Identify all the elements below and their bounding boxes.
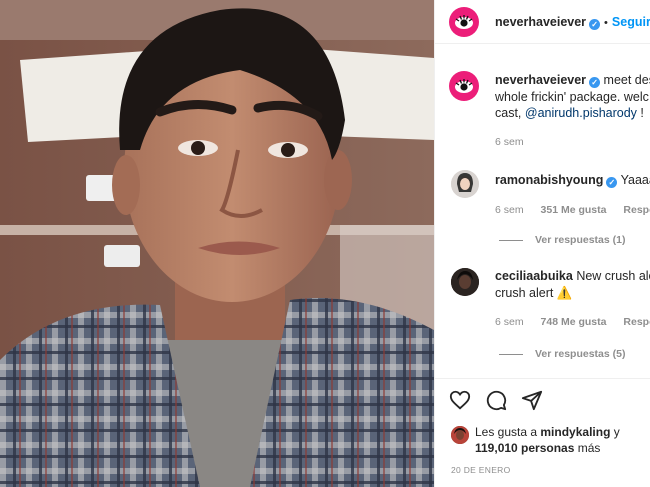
- comment-line: ceciliaabuika New crush ale: [495, 268, 650, 285]
- post-sidebar: neverhaveiever ✓ • Seguir neverhaveiever ✓ m…: [434, 0, 650, 487]
- header-username[interactable]: neverhaveiever: [495, 15, 586, 29]
- view-replies-button[interactable]: Ver respuestas (5): [499, 348, 650, 360]
- paper-plane-icon[interactable]: [521, 389, 543, 411]
- comment-username[interactable]: ramonabishyoung: [495, 173, 603, 187]
- comment-likes[interactable]: 351 Me gusta: [541, 204, 607, 216]
- account-avatar[interactable]: [449, 7, 479, 37]
- comment-avatar[interactable]: [451, 268, 479, 296]
- comment-line: ramonabishyoung✓ Yaaaa: [495, 172, 650, 189]
- comment-icon[interactable]: [485, 389, 507, 411]
- eye-logo-icon: [455, 79, 473, 93]
- likes-count-suffix: más: [574, 441, 601, 455]
- action-bar: [435, 378, 650, 422]
- caption-line-3: cast, @anirudh.pisharody !: [495, 105, 650, 122]
- caption-avatar[interactable]: [449, 71, 479, 101]
- heart-icon[interactable]: [449, 389, 471, 411]
- comment-line-2: crush alert ⚠️: [495, 285, 650, 302]
- verified-badge-icon: ✓: [589, 19, 601, 30]
- comment-avatar[interactable]: [451, 170, 479, 198]
- post-photo-image: [0, 0, 434, 487]
- verified-badge-icon: ✓: [589, 77, 601, 88]
- comment-username[interactable]: ceciliaabuika: [495, 269, 573, 283]
- comment-time: 6 sem: [495, 204, 524, 216]
- post-header: neverhaveiever ✓ • Seguir: [435, 0, 650, 44]
- likes-summary: Les gusta a mindykaling y 119,010 person…: [475, 424, 620, 456]
- caption-line-1: neverhaveiever ✓ meet des: [495, 72, 650, 89]
- comment-meta: 6 sem 351 Me gusta Respond: [495, 204, 650, 216]
- post-photo[interactable]: [0, 0, 434, 487]
- liker-avatar[interactable]: [451, 426, 469, 444]
- caption-text: meet des: [603, 73, 650, 87]
- caption-timestamp: 6 sem: [495, 136, 524, 148]
- likes-suffix: y: [610, 425, 620, 439]
- avatar-photo: [451, 268, 479, 296]
- comment-time: 6 sem: [495, 316, 524, 328]
- comment-reply-button[interactable]: Respond: [623, 204, 650, 216]
- comment-reply-button[interactable]: Respond: [623, 316, 650, 328]
- view-replies-button[interactable]: Ver respuestas (1): [499, 234, 650, 246]
- eye-logo-icon: [455, 15, 473, 29]
- caption-text: !: [636, 106, 644, 120]
- replies-divider: [499, 239, 523, 241]
- header-user-line: neverhaveiever ✓ • Seguir: [495, 13, 650, 31]
- caption-mention-link[interactable]: @anirudh.pisharody: [525, 106, 637, 120]
- likes-prefix: Les gusta a: [475, 425, 541, 439]
- view-replies-label: Ver respuestas (5): [535, 348, 626, 360]
- warning-icon: ⚠️: [556, 286, 573, 300]
- caption-username[interactable]: neverhaveiever: [495, 73, 586, 87]
- caption-text: cast,: [495, 106, 525, 120]
- comment-text: Yaaaa: [620, 173, 650, 187]
- avatar-photo: [451, 170, 479, 198]
- post-date: 20 DE ENERO: [451, 465, 511, 475]
- caption-line-2: whole frickin' package. welc: [495, 90, 649, 104]
- view-replies-label: Ver respuestas (1): [535, 234, 626, 246]
- follow-button[interactable]: Seguir: [612, 15, 650, 29]
- header-separator: •: [604, 17, 608, 29]
- likes-count[interactable]: 119,010 personas: [475, 441, 574, 455]
- comment-text: New crush ale: [576, 269, 650, 283]
- replies-divider: [499, 353, 523, 355]
- liker-username[interactable]: mindykaling: [540, 425, 610, 439]
- comment-meta: 6 sem 748 Me gusta Respond: [495, 316, 650, 328]
- verified-badge-icon: ✓: [606, 177, 618, 188]
- comment-text: crush alert: [495, 286, 554, 300]
- comment-likes[interactable]: 748 Me gusta: [541, 316, 607, 328]
- avatar-photo: [451, 426, 469, 444]
